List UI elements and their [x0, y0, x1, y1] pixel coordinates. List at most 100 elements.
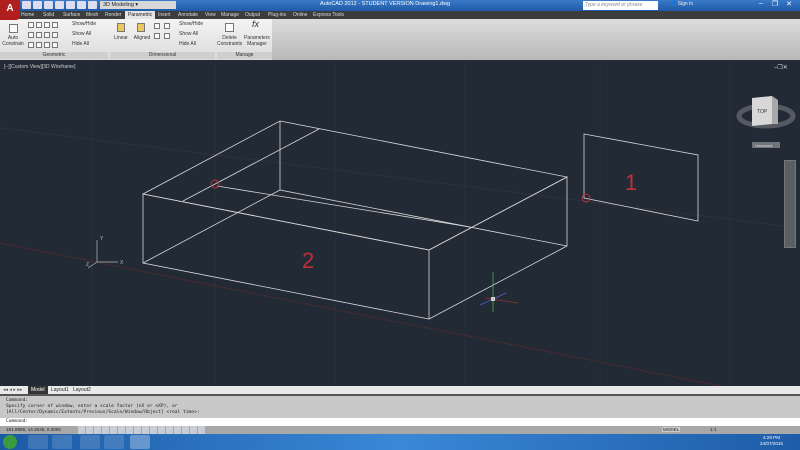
tab-online[interactable]: Online [290, 11, 310, 19]
command-history: Command: Specify corner of window, enter … [0, 394, 800, 418]
dim-hide-all-button[interactable]: Hide All [179, 41, 196, 48]
maximize-button[interactable]: ❐ [768, 0, 782, 9]
ucs-y-label: Y [100, 236, 104, 242]
constraint-icon[interactable] [28, 22, 34, 28]
sign-in-label: Sign In [677, 1, 694, 7]
geo-show-hide-button[interactable]: Show/Hide [72, 21, 96, 28]
tab-express-tools[interactable]: Express Tools [310, 11, 347, 19]
clock-date: 24/07/2015 [760, 441, 783, 446]
undo-icon[interactable] [77, 1, 86, 9]
constraint-icon[interactable] [28, 32, 34, 38]
workspace-label: 3D Modeling [103, 2, 134, 8]
taskbar [0, 434, 800, 450]
ucs-x-label: X [120, 260, 124, 266]
aligned-button[interactable]: Aligned [132, 35, 152, 42]
constraint-icon[interactable] [44, 32, 50, 38]
tab-layout2[interactable]: Layout2 [70, 386, 94, 394]
explorer-taskbar-icon[interactable] [28, 435, 48, 449]
viewport-controls-label[interactable]: [−][Custom View][3D Wireframe] [4, 64, 75, 70]
clock[interactable]: 4:28 PM 24/07/2015 [760, 435, 783, 447]
save-icon[interactable] [44, 1, 53, 9]
search-input[interactable]: Type a keyword or phrase [583, 1, 658, 10]
saveas-icon[interactable] [55, 1, 64, 9]
auto-constrain-icon [9, 24, 18, 33]
auto-constrain-button[interactable]: Auto Constrain [2, 35, 24, 47]
viewport-window-controls[interactable]: –❐✕ [774, 64, 788, 71]
open-icon[interactable] [33, 1, 42, 9]
title-bar: 3D Modeling ▾ AutoCAD 2012 - STUDENT VER… [0, 0, 800, 11]
constraint-icon[interactable] [52, 42, 58, 48]
dimension-icon[interactable] [154, 33, 160, 39]
redo-icon[interactable] [88, 1, 97, 9]
parameters-manager-button[interactable]: Parameters Manager [243, 35, 271, 47]
drawing-viewport[interactable]: 1 2 Y X Z TOP Unnamed [0, 60, 800, 386]
geo-show-all-button[interactable]: Show All [72, 31, 91, 38]
layout-tabs: ◂◂ ◂ ▸ ▸▸ Model Layout1 Layout2 [0, 386, 800, 394]
workspace-dropdown[interactable]: 3D Modeling ▾ [100, 1, 176, 9]
new-icon[interactable] [22, 1, 31, 9]
geometric-panel-label[interactable]: Geometric [0, 52, 108, 59]
close-button[interactable]: ✕ [782, 0, 796, 9]
ribbon-panels: Auto Constrain Show/Hide Show All Hide A… [0, 19, 272, 60]
tab-manage[interactable]: Manage [218, 11, 242, 19]
tab-parametric[interactable]: Parametric [125, 11, 156, 19]
tab-view[interactable]: View [202, 11, 219, 19]
tab-surface[interactable]: Surface [60, 11, 83, 19]
coordinates-readout[interactable]: 161.8956, 14.2046, 0.0000 [6, 427, 61, 432]
constraint-icon[interactable] [36, 42, 42, 48]
navigation-bar[interactable] [784, 160, 796, 248]
dimension-icon[interactable] [164, 23, 170, 29]
constraint-icon[interactable] [36, 22, 42, 28]
viewcube[interactable]: TOP [736, 96, 796, 129]
delete-constraints-button[interactable]: Delete Constraints [217, 35, 242, 47]
constraint-icon[interactable] [44, 42, 50, 48]
dimensional-panel-label[interactable]: Dimensional [110, 52, 215, 59]
print-icon[interactable] [66, 1, 75, 9]
history-line: [All/Center/Dynamic/Extents/Previous/Sca… [6, 410, 200, 415]
dim-show-hide-button[interactable]: Show/Hide [179, 21, 203, 28]
start-button[interactable] [3, 435, 17, 449]
constraint-icon[interactable] [44, 22, 50, 28]
inner-edge [182, 128, 320, 202]
box-hidden-edges [279, 121, 568, 247]
autocad-taskbar-icon[interactable] [130, 435, 150, 449]
axis-line [0, 127, 800, 229]
tab-solid[interactable]: Solid [40, 11, 57, 19]
command-input[interactable]: Command: [0, 418, 800, 426]
tab-layout1[interactable]: Layout1 [48, 386, 72, 394]
dim-show-all-button[interactable]: Show All [179, 31, 198, 38]
application-menu-button[interactable]: A [0, 0, 20, 20]
geo-hide-all-button[interactable]: Hide All [72, 41, 89, 48]
constraint-icon[interactable] [52, 22, 58, 28]
viewcube-menu-label: Unnamed [755, 143, 772, 148]
annotation-scale[interactable]: 1:1 [710, 427, 716, 432]
tab-annotate[interactable]: Annotate [175, 11, 201, 19]
dimension-icon[interactable] [154, 23, 160, 29]
ucs-z-label: Z [86, 262, 89, 268]
annotation-2: 2 [302, 248, 314, 273]
tab-insert[interactable]: Insert [155, 11, 174, 19]
tab-render[interactable]: Render [102, 11, 124, 19]
sign-in-button[interactable]: 👤 Sign In [670, 1, 693, 7]
inner-edge [216, 185, 471, 228]
tab-plug-ins[interactable]: Plug-ins [265, 11, 289, 19]
tab-mesh[interactable]: Mesh [83, 11, 101, 19]
constraint-icon[interactable] [36, 32, 42, 38]
minimize-button[interactable]: – [754, 0, 768, 9]
chrome-taskbar-icon[interactable] [80, 435, 100, 449]
tab-model[interactable]: Model [28, 386, 48, 394]
drafting-toggles[interactable] [78, 426, 206, 434]
layout-scroll-arrows[interactable]: ◂◂ ◂ ▸ ▸▸ [0, 386, 25, 394]
ie-taskbar-icon[interactable] [104, 435, 124, 449]
model-button[interactable]: MODEL [662, 427, 681, 432]
crosshair-cursor [479, 272, 519, 312]
linear-button[interactable]: Linear [112, 35, 130, 42]
dimension-icon[interactable] [164, 33, 170, 39]
tab-home[interactable]: Home [18, 11, 37, 19]
box-front-face [142, 193, 430, 320]
media-player-taskbar-icon[interactable] [52, 435, 72, 449]
constraint-icon[interactable] [28, 42, 34, 48]
tab-output[interactable]: Output [242, 11, 263, 19]
x-axis-line [0, 242, 721, 386]
constraint-icon[interactable] [52, 32, 58, 38]
